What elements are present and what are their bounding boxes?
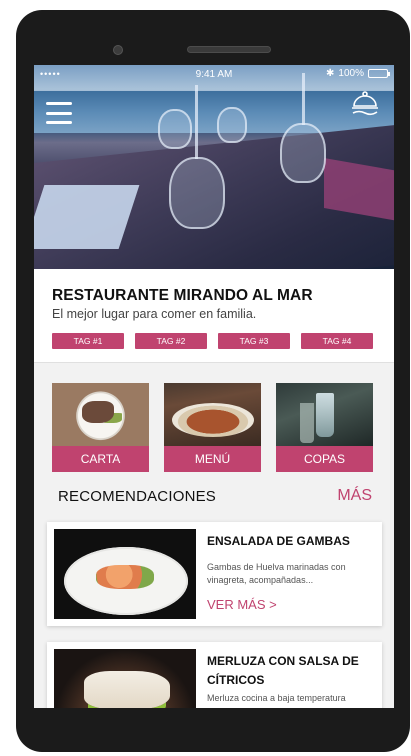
- recommendation-card[interactable]: MERLUZA CON SALSA DE CÍTRICOS Merluza co…: [47, 642, 382, 708]
- recommendations-header: RECOMENDACIONES MÁS: [34, 486, 394, 506]
- dish-photo: [54, 649, 196, 708]
- dish-name: MERLUZA CON SALSA DE CÍTRICOS: [207, 654, 359, 687]
- dish-name: ENSALADA DE GAMBAS: [207, 534, 350, 548]
- menu-image: [164, 383, 261, 446]
- see-more-link[interactable]: VER MÁS >: [207, 597, 374, 612]
- restaurant-name: RESTAURANTE MIRANDO AL MAR: [52, 287, 313, 304]
- tag-2[interactable]: TAG #2: [135, 333, 207, 349]
- battery-percent: 100%: [338, 68, 364, 79]
- tag-4[interactable]: TAG #4: [301, 333, 373, 349]
- recommendations-title: RECOMENDACIONES: [58, 487, 217, 505]
- restaurant-info: RESTAURANTE MIRANDO AL MAR El mejor luga…: [34, 269, 394, 363]
- cloche-icon[interactable]: [350, 90, 380, 120]
- phone-frame: ••••• 9:41 AM ✱ 100% RESTAURANTE MIRANDO…: [16, 10, 410, 752]
- category-carta[interactable]: CARTA: [52, 383, 149, 472]
- status-bar: ••••• 9:41 AM ✱ 100%: [34, 65, 394, 85]
- category-label: MENÚ: [164, 446, 261, 472]
- restaurant-tagline: El mejor lugar para comer en familia.: [52, 307, 257, 321]
- category-row: CARTA MENÚ COPAS: [34, 363, 394, 472]
- camera-icon: [113, 45, 123, 55]
- tag-1[interactable]: TAG #1: [52, 333, 124, 349]
- bluetooth-icon: ✱: [326, 68, 335, 79]
- category-label: CARTA: [52, 446, 149, 472]
- hero-image: ••••• 9:41 AM ✱ 100%: [34, 65, 394, 269]
- category-menu[interactable]: MENÚ: [164, 383, 261, 472]
- tag-list: TAG #1 TAG #2 TAG #3 TAG #4: [52, 333, 374, 349]
- battery-icon: [368, 69, 390, 78]
- dish-description: Gambas de Huelva marinadas con vinagreta…: [207, 561, 346, 585]
- category-label: COPAS: [276, 446, 373, 472]
- speaker-grille: [187, 46, 271, 53]
- category-copas[interactable]: COPAS: [276, 383, 373, 472]
- app-screen: ••••• 9:41 AM ✱ 100% RESTAURANTE MIRANDO…: [34, 65, 394, 708]
- tag-3[interactable]: TAG #3: [218, 333, 290, 349]
- dish-photo: [54, 529, 196, 619]
- dish-description: Merluza cocina a baja temperatura: [207, 693, 346, 704]
- hamburger-icon[interactable]: [46, 102, 72, 124]
- more-link[interactable]: MÁS: [337, 487, 372, 505]
- carta-image: [52, 383, 149, 446]
- recommendation-card[interactable]: ENSALADA DE GAMBAS Gambas de Huelva mari…: [47, 522, 382, 626]
- copas-image: [276, 383, 373, 446]
